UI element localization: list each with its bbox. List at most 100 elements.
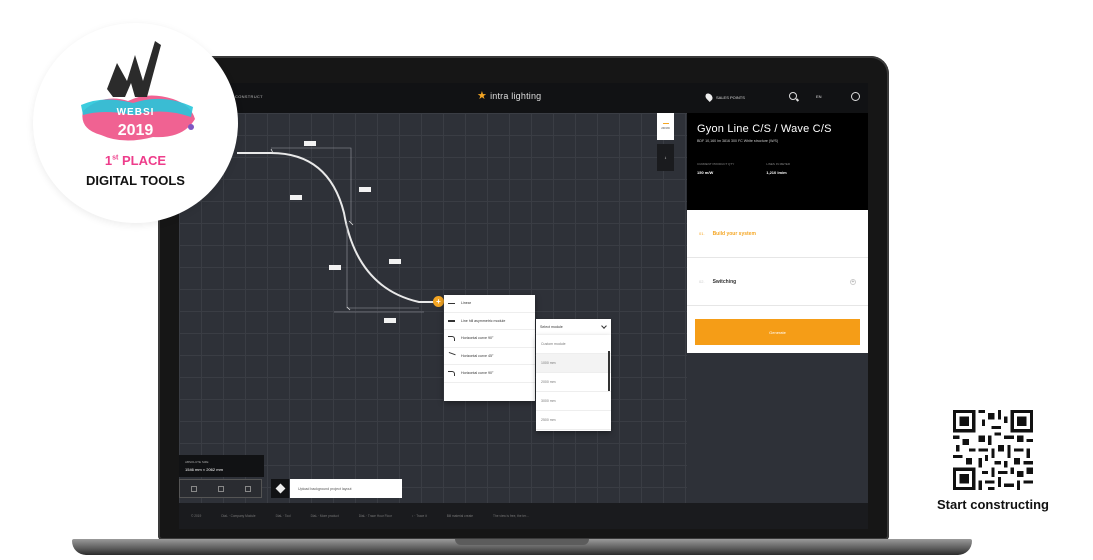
footer-item[interactable]: © 2019 (191, 514, 201, 518)
footer-item[interactable]: DiaL · Trace Hour Floor (359, 514, 392, 518)
sales-points-link[interactable]: SALES POINTS (704, 92, 745, 102)
construction-canvas[interactable] (179, 113, 687, 503)
light-line-path (237, 152, 437, 303)
menu-item-asymmetric[interactable]: Line hill asymmetric module (444, 313, 535, 330)
upload-layout-button[interactable]: Upload background project layout (290, 479, 402, 498)
product-stats: CURRENT PRODUCT QTY 150 m/W LINES IN MET… (697, 162, 858, 175)
ruler-icon (217, 485, 224, 492)
qr-code[interactable] (953, 410, 1033, 490)
stage: CONSTRUCT ★ intra lighting SALES POINTS … (0, 0, 1093, 560)
layers-button[interactable] (271, 479, 289, 498)
footer-item[interactable]: Bill material create (447, 514, 473, 518)
ruler-button[interactable] (207, 480, 234, 497)
stat-block: LINES IN METER 1,210 lm/m (766, 162, 790, 175)
view-2d-3d-button[interactable]: 2D/3D (657, 113, 674, 140)
footer-bar: © 2019 DiaL · Company Module DiaL · Tool… (179, 503, 868, 529)
grid-button[interactable] (234, 480, 261, 497)
step-label: Switching (712, 278, 737, 285)
canvas-drawing (237, 141, 437, 323)
select-option[interactable]: 1000 mm (536, 354, 611, 373)
dimension-line (271, 147, 352, 223)
export-button[interactable]: ⇩ (657, 144, 674, 171)
module-menu: Linear Line hill asymmetric module Horiz… (444, 295, 535, 401)
menu-item-curve-90[interactable]: Horizontal curve 90° (444, 330, 535, 348)
menu-item-curve-45[interactable]: Horizontal curve 45° (444, 348, 535, 365)
generate-button[interactable]: Generate (695, 319, 860, 345)
select-option[interactable]: 3000 mm (536, 392, 611, 411)
menu-item-label: Horizontal curve 90° (461, 336, 494, 341)
absolute-size-value: 1546 mm × 2062 mm (185, 467, 223, 472)
dimension-tag (329, 265, 341, 270)
select-option[interactable]: Custom module (536, 335, 611, 354)
footer-item[interactable]: ↕ · Trace it (412, 514, 427, 518)
app-screen: CONSTRUCT ★ intra lighting SALES POINTS … (179, 83, 868, 529)
footer-item[interactable]: DiaL · Company Module (221, 514, 255, 518)
absolute-size-box: ABSOLUTE SIZE 1546 mm × 2062 mm (179, 455, 264, 477)
expand-icon[interactable]: + (850, 279, 856, 285)
location-pin-icon (704, 92, 714, 102)
layers-icon (275, 483, 285, 494)
line-icon (448, 301, 455, 306)
zoom-fit-button[interactable] (180, 480, 207, 497)
product-panel: Gyon Line C/S / Wave C/S BDF 10,160 lm 3… (687, 113, 868, 353)
menu-item-label: Line hill asymmetric module (461, 318, 506, 323)
dimension-tag (384, 318, 396, 323)
module-select-options: Custom module 1000 mm 2000 mm 3000 mm 25… (536, 335, 611, 431)
select-option[interactable]: 2500 mm (536, 411, 611, 430)
dimension-tag (359, 187, 371, 192)
footer-item[interactable]: DiaL · More product (311, 514, 339, 518)
step-label: Build your system (712, 230, 756, 237)
menu-item-label: Horizontal curve 90° (461, 371, 494, 376)
footer-item[interactable]: The view is free, the ter... (493, 514, 529, 518)
joint-markers (270, 148, 354, 311)
place-word: PLACE (122, 153, 167, 168)
canvas-toolbar (179, 479, 262, 498)
dimension-line (346, 223, 419, 309)
line-icon (448, 318, 455, 323)
dimension-tag (389, 259, 401, 264)
stat-label: CURRENT PRODUCT QTY (697, 162, 735, 166)
frame-icon (190, 485, 197, 492)
menu-item-linear[interactable]: Linear (444, 295, 535, 313)
module-select[interactable]: Select module (536, 319, 611, 335)
qr-caption: Start constructing (937, 497, 1049, 512)
module-select-value: Select module (540, 325, 563, 329)
menu-item-label: Linear (461, 301, 471, 306)
chevron-down-icon (601, 323, 607, 329)
product-title: Gyon Line C/S / Wave C/S (697, 123, 832, 135)
search-icon[interactable] (789, 92, 797, 100)
dimension-tag (304, 141, 316, 146)
add-module-endpoint[interactable]: + (433, 296, 444, 307)
language-selector[interactable]: EN (816, 94, 822, 99)
scrollbar[interactable] (608, 351, 610, 391)
stat-value: 150 m/W (697, 170, 714, 175)
absolute-size-label: ABSOLUTE SIZE (185, 460, 209, 464)
step-number: 01. (699, 231, 705, 236)
top-bar: CONSTRUCT ★ intra lighting SALES POINTS … (179, 83, 868, 113)
menu-item-curve-90-alt[interactable]: Horizontal curve 90° (444, 365, 535, 383)
step-switching[interactable]: 02. Switching + (687, 258, 868, 306)
step-build-system[interactable]: 01. Build your system (687, 210, 868, 258)
award-event: WEBSI (116, 107, 155, 118)
curve-icon (448, 370, 455, 376)
step-number: 02. (699, 279, 705, 284)
footer-item[interactable]: DiaL · Tool (276, 514, 291, 518)
brand-logo[interactable]: ★ intra lighting (477, 89, 542, 102)
globe-icon[interactable] (851, 92, 860, 101)
product-header: Gyon Line C/S / Wave C/S BDF 10,160 lm 3… (687, 113, 868, 210)
diag-icon (447, 352, 456, 360)
select-option[interactable]: 2000 mm (536, 373, 611, 392)
stat-block: CURRENT PRODUCT QTY 150 m/W (697, 162, 734, 175)
award-category: DIGITAL TOOLS (86, 173, 185, 188)
stat-label: LINES IN METER (766, 162, 791, 166)
star-icon: ★ (477, 89, 488, 102)
grid-icon (244, 485, 251, 492)
product-subtitle: BDF 10,160 lm 3816 300 FC White structur… (697, 139, 779, 143)
nav-construct-link[interactable]: CONSTRUCT (235, 94, 263, 99)
view-indicator-icon (662, 122, 669, 125)
view-controls: 2D/3D ⇩ (657, 113, 674, 175)
curve-icon (448, 335, 455, 341)
dimension-tag (290, 195, 302, 200)
sales-points-label: SALES POINTS (716, 94, 745, 100)
brand-name: intra lighting (490, 91, 542, 101)
